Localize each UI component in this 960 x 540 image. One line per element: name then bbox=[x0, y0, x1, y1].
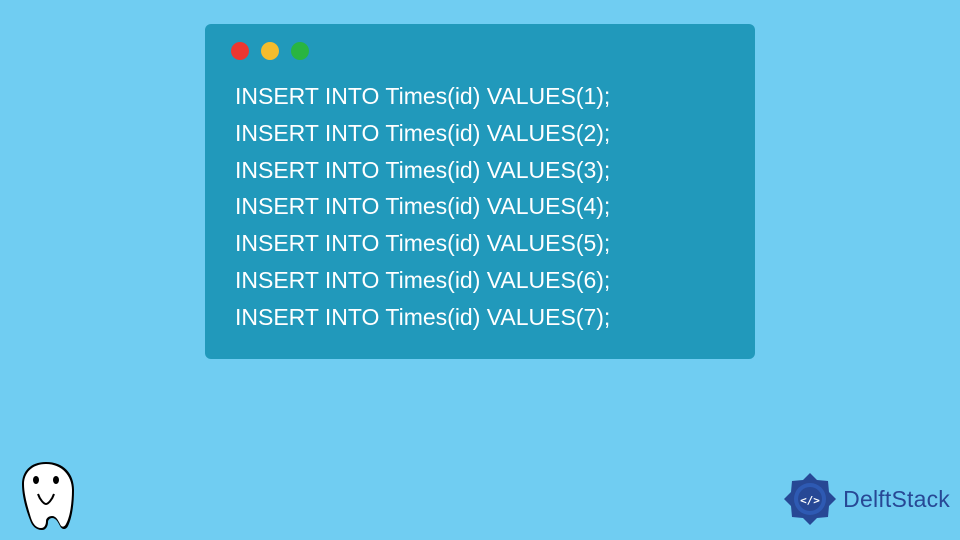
code-block: INSERT INTO Times(id) VALUES(1); INSERT … bbox=[227, 78, 733, 336]
window-controls bbox=[231, 42, 733, 60]
code-line: INSERT INTO Times(id) VALUES(7); bbox=[235, 299, 733, 336]
delftstack-logo: </> DelftStack bbox=[781, 470, 950, 528]
postgresql-logo-icon bbox=[8, 454, 84, 534]
code-line: INSERT INTO Times(id) VALUES(6); bbox=[235, 262, 733, 299]
code-line: INSERT INTO Times(id) VALUES(3); bbox=[235, 152, 733, 189]
code-line: INSERT INTO Times(id) VALUES(2); bbox=[235, 115, 733, 152]
minimize-icon bbox=[261, 42, 279, 60]
code-line: INSERT INTO Times(id) VALUES(4); bbox=[235, 188, 733, 225]
delftstack-label: DelftStack bbox=[843, 486, 950, 513]
maximize-icon bbox=[291, 42, 309, 60]
code-line: INSERT INTO Times(id) VALUES(1); bbox=[235, 78, 733, 115]
close-icon bbox=[231, 42, 249, 60]
code-window: INSERT INTO Times(id) VALUES(1); INSERT … bbox=[205, 24, 755, 359]
code-line: INSERT INTO Times(id) VALUES(5); bbox=[235, 225, 733, 262]
svg-text:</>: </> bbox=[800, 494, 820, 507]
delftstack-badge-icon: </> bbox=[781, 470, 839, 528]
